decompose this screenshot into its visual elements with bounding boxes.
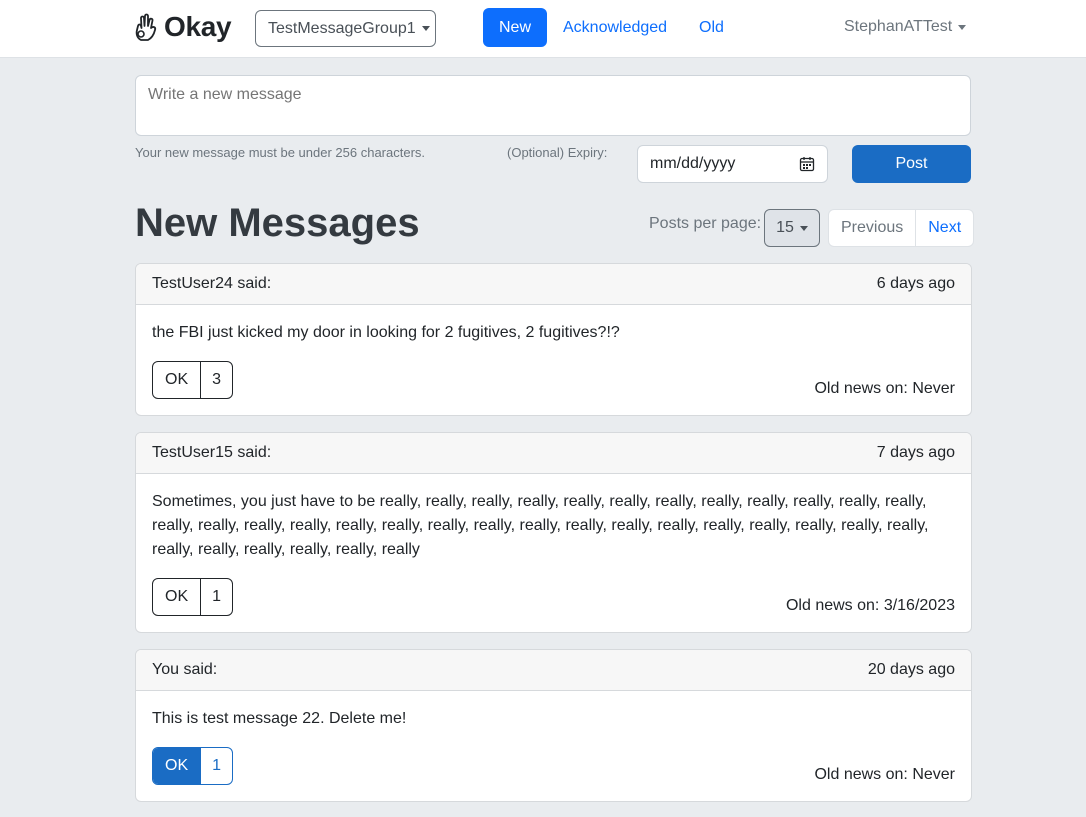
message-body: This is test message 22. Delete me! OK 1… (136, 691, 971, 801)
message-header: You said: 20 days ago (136, 650, 971, 691)
pagination: Previous Next (828, 209, 975, 247)
ok-button-group[interactable]: OK 3 (152, 361, 234, 399)
user-menu[interactable]: StephanATTest (844, 18, 967, 36)
posts-per-page-value: 15 (776, 219, 794, 236)
message-time: 20 days ago (867, 661, 955, 678)
next-page-button[interactable]: Next (916, 210, 973, 246)
old-news-date: Old news on: Never (814, 380, 955, 397)
chevron-down-icon (421, 26, 430, 31)
tab-new[interactable]: New (483, 8, 548, 47)
message-composer (135, 75, 971, 136)
message-text: Sometimes, you just have to be really, r… (152, 493, 929, 558)
chevron-down-icon (799, 225, 808, 231)
ok-count: 1 (212, 588, 222, 605)
message-time: 7 days ago (876, 444, 955, 461)
date-placeholder: mm/dd/yyyy (650, 155, 736, 172)
message-card: TestUser15 said: 7 days ago Sometimes, y… (135, 432, 972, 633)
message-author: TestUser24 said: (152, 275, 272, 292)
chevron-down-icon (958, 24, 967, 30)
message-time: 6 days ago (876, 275, 955, 292)
message-header: TestUser15 said: 7 days ago (136, 433, 971, 474)
ok-count: 3 (212, 371, 222, 388)
message-text: the FBI just kicked my door in looking f… (152, 324, 620, 341)
message-card: TestUser24 said: 6 days ago the FBI just… (135, 263, 972, 416)
message-text: This is test message 22. Delete me! (152, 710, 407, 727)
posts-per-page-select[interactable]: 15 (764, 209, 820, 247)
brand-logo[interactable]: Okay (134, 11, 232, 43)
message-body: the FBI just kicked my door in looking f… (136, 305, 971, 415)
old-news-date: Old news on: Never (814, 766, 955, 783)
message-length-hint: Your new message must be under 256 chara… (135, 145, 426, 160)
calendar-icon[interactable] (799, 156, 815, 172)
posts-per-page-label: Posts per page: (649, 215, 762, 232)
ok-count: 1 (212, 757, 222, 774)
tab-acknowledged[interactable]: Acknowledged (547, 8, 683, 47)
new-message-input[interactable] (136, 76, 970, 135)
message-card: You said: 20 days ago This is test messa… (135, 649, 972, 802)
ok-hand-icon (134, 12, 158, 42)
tab-old[interactable]: Old (683, 8, 740, 47)
message-author: TestUser15 said: (152, 444, 272, 461)
ok-button[interactable]: OK (153, 579, 202, 615)
message-author: You said: (152, 661, 218, 678)
expiry-label: (Optional) Expiry: (507, 145, 608, 160)
brand-name: Okay (164, 11, 232, 42)
group-select[interactable]: TestMessageGroup1 (255, 10, 436, 47)
expiry-date-input[interactable]: mm/dd/yyyy (637, 145, 828, 183)
message-body: Sometimes, you just have to be really, r… (136, 474, 971, 632)
post-button[interactable]: Post (852, 145, 971, 183)
ok-button-group[interactable]: OK 1 (152, 578, 234, 616)
old-news-date: Old news on: 3/16/2023 (785, 597, 955, 614)
group-select-value: TestMessageGroup1 (268, 19, 416, 37)
ok-button-group[interactable]: OK 1 (152, 747, 234, 785)
previous-page-button[interactable]: Previous (829, 210, 917, 246)
user-name: StephanATTest (844, 18, 953, 35)
message-header: TestUser24 said: 6 days ago (136, 264, 971, 305)
top-navbar: Okay TestMessageGroup1 New Acknowledged … (0, 0, 1086, 58)
ok-button[interactable]: OK (153, 748, 202, 784)
ok-button[interactable]: OK (153, 362, 202, 398)
page-title: New Messages (135, 201, 420, 245)
